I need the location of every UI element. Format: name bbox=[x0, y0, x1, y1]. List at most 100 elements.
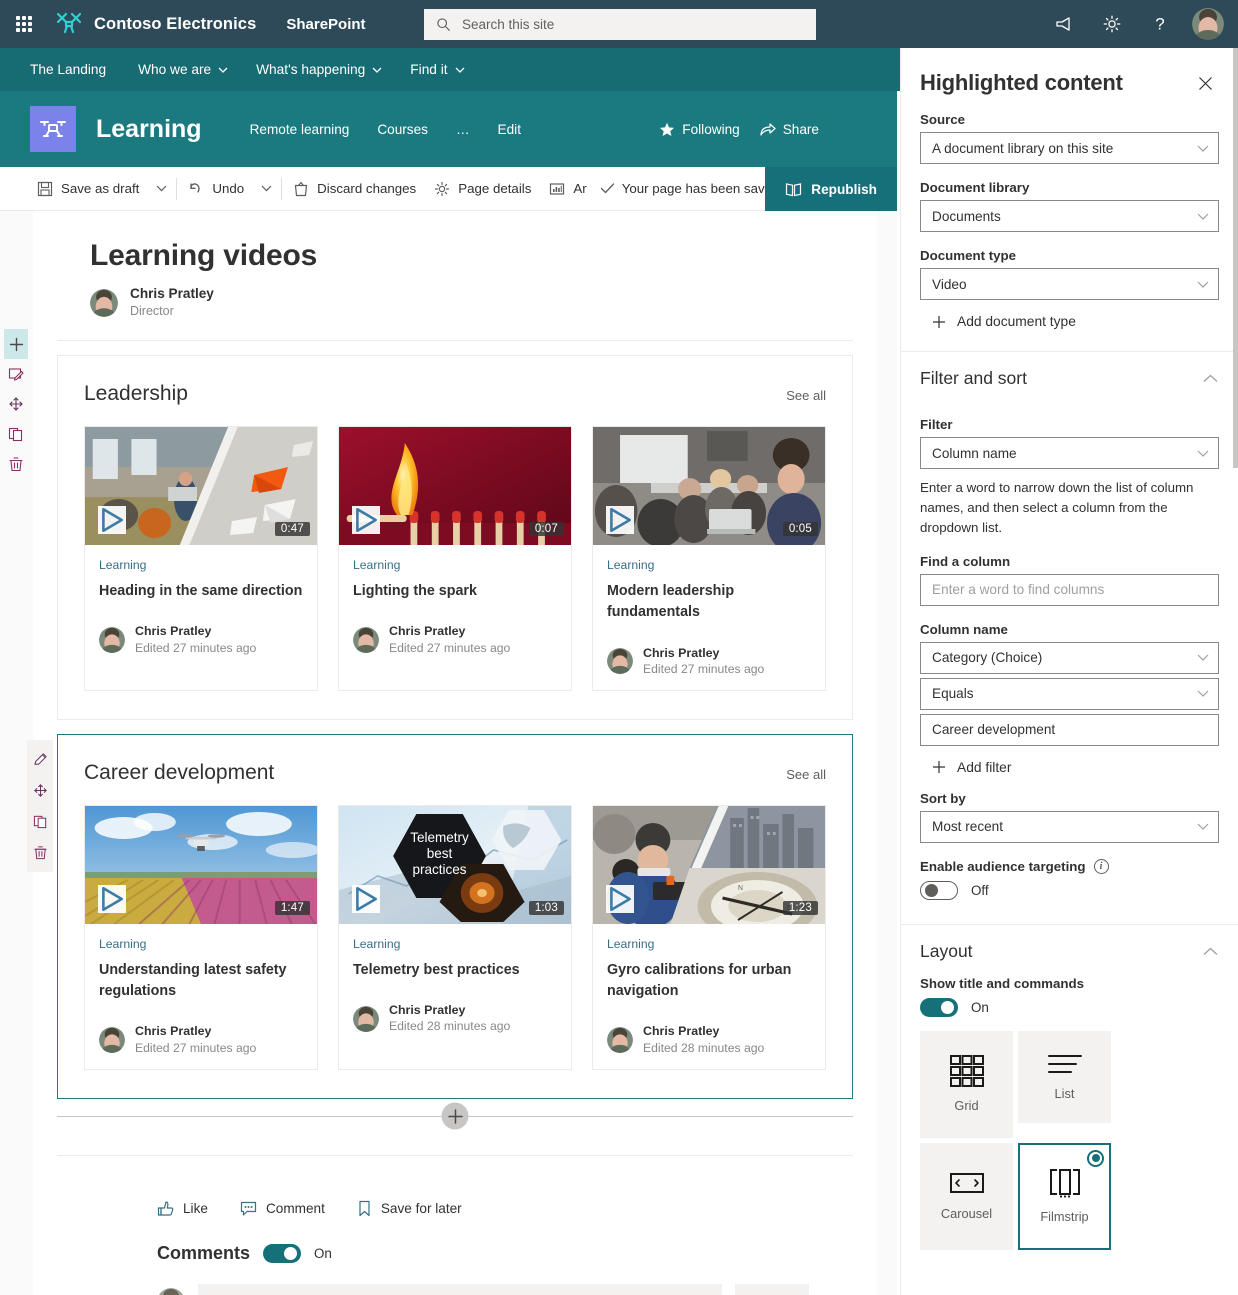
filter-and-sort-section-header[interactable]: Filter and sort bbox=[901, 352, 1238, 401]
delete-section-icon[interactable] bbox=[4, 449, 28, 479]
webpart-leadership[interactable]: Leadership See all 0:47 Learning Heading… bbox=[57, 355, 853, 721]
delete-webpart-icon[interactable] bbox=[27, 837, 53, 868]
author-name[interactable]: Chris Pratley bbox=[130, 285, 214, 303]
move-section-icon[interactable] bbox=[4, 389, 28, 419]
document-library-dropdown[interactable]: Documents bbox=[920, 200, 1219, 232]
add-filter-button[interactable]: Add filter bbox=[920, 746, 1219, 775]
filter-value-input[interactable]: Career development bbox=[920, 713, 1219, 746]
document-type-dropdown[interactable]: Video bbox=[920, 268, 1219, 300]
gear-icon[interactable] bbox=[1090, 0, 1134, 48]
video-card[interactable]: 0:47 Learning Heading in the same direct… bbox=[84, 426, 318, 692]
sort-by-dropdown[interactable]: Most recent bbox=[920, 810, 1219, 843]
card-site-link[interactable]: Learning bbox=[99, 937, 303, 951]
discard-changes-button[interactable]: Discard changes bbox=[284, 167, 425, 211]
site-link-remote-learning[interactable]: Remote learning bbox=[236, 122, 364, 137]
layout-section-header[interactable]: Layout bbox=[901, 925, 1238, 974]
play-button[interactable] bbox=[352, 506, 380, 535]
layout-option-list[interactable]: List bbox=[1018, 1030, 1111, 1123]
video-card[interactable]: 0:05 Learning Modern leadership fundamen… bbox=[592, 426, 826, 692]
operator-dropdown[interactable]: Equals bbox=[920, 677, 1219, 710]
add-document-type-button[interactable]: Add document type bbox=[920, 300, 1219, 329]
app-launcher-button[interactable] bbox=[0, 0, 48, 48]
play-button[interactable] bbox=[98, 506, 126, 535]
app-name[interactable]: SharePoint bbox=[286, 16, 365, 33]
post-comment-button[interactable]: Post bbox=[735, 1284, 809, 1295]
following-button[interactable]: Following bbox=[659, 122, 740, 137]
card-title[interactable]: Telemetry best practices bbox=[353, 960, 557, 981]
see-all-link[interactable]: See all bbox=[786, 388, 826, 403]
layout-option-grid[interactable]: Grid bbox=[920, 1030, 1013, 1138]
nav-item-find-it[interactable]: Find it bbox=[396, 48, 478, 91]
republish-button[interactable]: Republish bbox=[765, 167, 897, 211]
page-title[interactable]: Learning videos bbox=[33, 211, 877, 273]
move-webpart-icon[interactable] bbox=[27, 775, 53, 806]
filter-dropdown[interactable]: Column name bbox=[920, 437, 1219, 469]
share-button[interactable]: Share bbox=[760, 122, 819, 137]
search-input[interactable] bbox=[460, 16, 804, 33]
video-thumbnail[interactable]: N E 1:23 bbox=[593, 806, 825, 925]
play-button[interactable] bbox=[606, 885, 634, 914]
comments-toggle[interactable] bbox=[263, 1244, 302, 1264]
add-section-icon[interactable] bbox=[4, 329, 28, 359]
card-title[interactable]: Heading in the same direction bbox=[99, 581, 303, 602]
nav-item-whats-happening[interactable]: What's happening bbox=[242, 48, 396, 91]
play-button[interactable] bbox=[606, 506, 634, 535]
audience-targeting-toggle[interactable] bbox=[920, 880, 958, 900]
card-site-link[interactable]: Learning bbox=[353, 937, 557, 951]
video-card[interactable]: 1:47 Learning Understanding latest safet… bbox=[84, 805, 318, 1071]
org-brand[interactable]: Contoso Electronics bbox=[54, 11, 256, 37]
help-icon[interactable]: ? bbox=[1138, 0, 1182, 48]
duplicate-section-icon[interactable] bbox=[4, 419, 28, 449]
edit-webpart-icon[interactable] bbox=[27, 744, 53, 775]
layout-option-filmstrip[interactable]: Filmstrip bbox=[1018, 1142, 1111, 1250]
edit-section-icon[interactable] bbox=[4, 359, 28, 389]
site-link-more[interactable]: … bbox=[442, 122, 484, 137]
undo-options-caret[interactable] bbox=[253, 167, 279, 211]
card-site-link[interactable]: Learning bbox=[607, 937, 811, 951]
search-box[interactable] bbox=[424, 9, 816, 40]
play-button[interactable] bbox=[352, 885, 380, 914]
card-site-link[interactable]: Learning bbox=[607, 558, 811, 572]
user-avatar[interactable] bbox=[1186, 0, 1230, 48]
site-link-courses[interactable]: Courses bbox=[363, 122, 442, 137]
duplicate-webpart-icon[interactable] bbox=[27, 806, 53, 837]
save-for-later-button[interactable]: Save for later bbox=[357, 1200, 462, 1217]
card-title[interactable]: Lighting the spark bbox=[353, 581, 557, 602]
close-icon[interactable] bbox=[1192, 70, 1218, 96]
video-card[interactable]: 0:07 Learning Lighting the spark Chris P… bbox=[338, 426, 572, 692]
find-a-column-input[interactable]: Enter a word to find columns bbox=[920, 573, 1219, 606]
video-thumbnail[interactable]: 0:05 bbox=[593, 427, 825, 546]
show-title-toggle[interactable] bbox=[920, 997, 958, 1017]
card-title[interactable]: Gyro calibrations for urban navigation bbox=[607, 960, 811, 1002]
info-icon[interactable]: i bbox=[1093, 858, 1109, 874]
card-title[interactable]: Modern leadership fundamentals bbox=[607, 581, 811, 623]
play-button[interactable] bbox=[98, 885, 126, 914]
see-all-link[interactable]: See all bbox=[786, 767, 826, 782]
webpart-career-development[interactable]: Career development See all 1:47 Learning… bbox=[27, 734, 853, 1100]
site-logo[interactable] bbox=[30, 106, 76, 152]
video-thumbnail[interactable]: 1:47 bbox=[85, 806, 317, 925]
site-title[interactable]: Learning bbox=[96, 115, 202, 144]
card-site-link[interactable]: Learning bbox=[99, 558, 303, 572]
like-button[interactable]: Like bbox=[157, 1200, 208, 1217]
save-options-caret[interactable] bbox=[148, 167, 174, 211]
column-name-dropdown[interactable]: Category (Choice) bbox=[920, 641, 1219, 674]
undo-button[interactable]: Undo bbox=[179, 167, 253, 211]
video-thumbnail[interactable]: 0:47 bbox=[85, 427, 317, 546]
card-site-link[interactable]: Learning bbox=[353, 558, 557, 572]
save-as-draft-button[interactable]: Save as draft bbox=[28, 167, 148, 211]
megaphone-icon[interactable] bbox=[1042, 0, 1086, 48]
nav-item-the-landing[interactable]: The Landing bbox=[30, 48, 124, 91]
site-link-edit[interactable]: Edit bbox=[484, 122, 535, 137]
nav-item-who-we-are[interactable]: Who we are bbox=[124, 48, 242, 91]
add-section-button[interactable] bbox=[441, 1102, 469, 1130]
card-title[interactable]: Understanding latest safety regulations bbox=[99, 960, 303, 1002]
video-card[interactable]: Telemetry best practices 1:03 Learning T… bbox=[338, 805, 572, 1071]
comment-input[interactable]: Add a comment. Type @ to mention someone bbox=[198, 1284, 722, 1295]
comment-button[interactable]: Comment bbox=[240, 1200, 325, 1217]
source-dropdown[interactable]: A document library on this site bbox=[920, 132, 1219, 164]
video-thumbnail[interactable]: 0:07 bbox=[339, 427, 571, 546]
video-card[interactable]: N E 1:23 Learning Gyro calibrations bbox=[592, 805, 826, 1071]
analytics-button[interactable]: Ar bbox=[540, 167, 595, 211]
page-details-button[interactable]: Page details bbox=[425, 167, 540, 211]
